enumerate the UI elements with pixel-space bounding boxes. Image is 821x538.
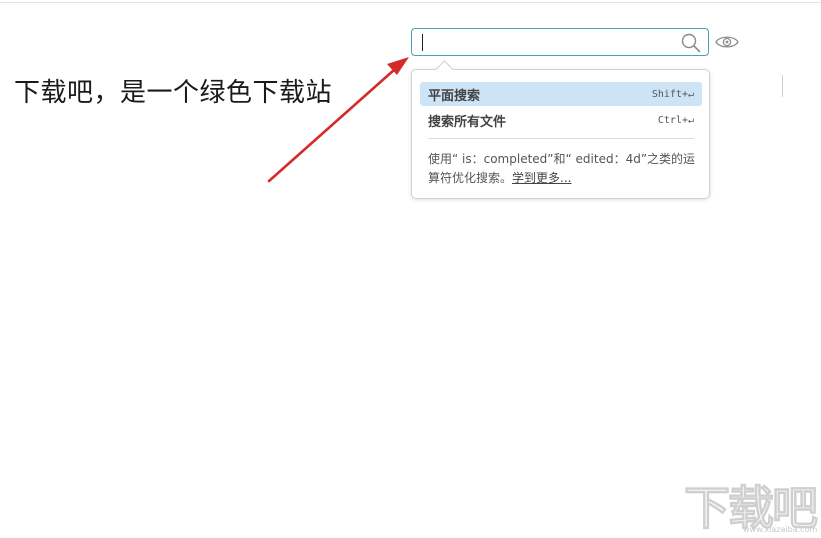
- watermark-url: www.xiazaiba.com: [743, 525, 818, 534]
- annotation-arrow: [267, 57, 409, 183]
- annotation-arrow-shaft: [267, 68, 396, 183]
